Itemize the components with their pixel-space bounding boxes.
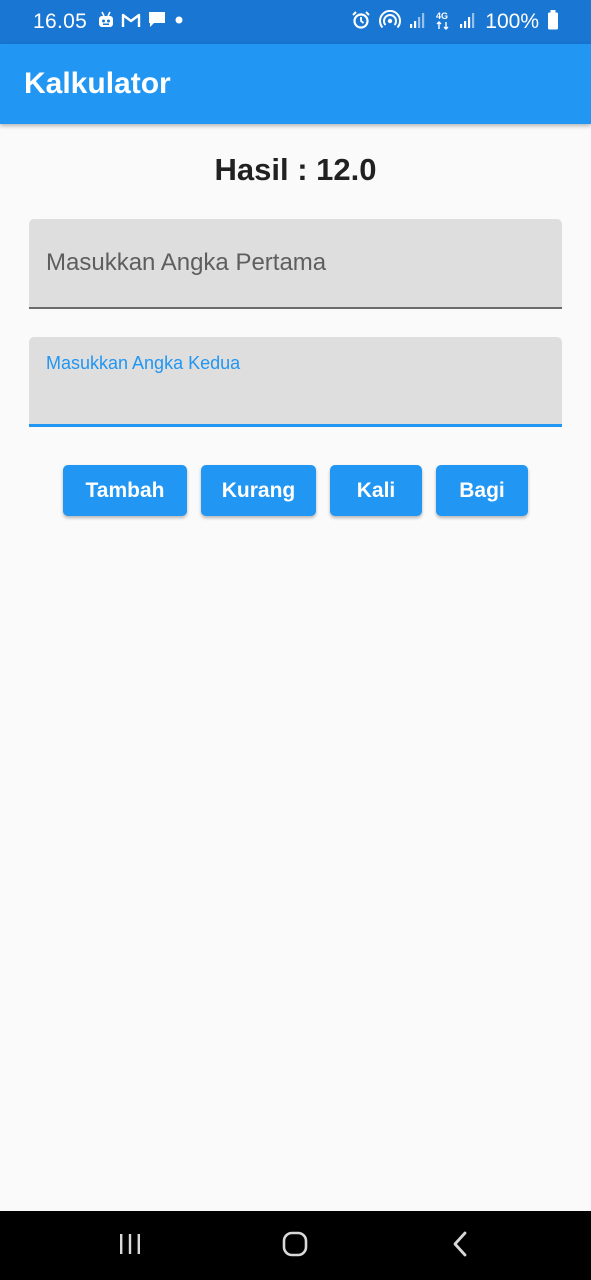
first-number-input[interactable]: [46, 246, 546, 280]
recent-apps-icon: [117, 1232, 143, 1261]
recent-apps-button[interactable]: [100, 1226, 160, 1266]
status-time: 16.05: [33, 10, 88, 33]
first-number-field[interactable]: [29, 219, 562, 309]
result-text: Hasil : 12.0: [214, 152, 377, 187]
divide-button[interactable]: Bagi: [436, 465, 528, 516]
app-bar: Kalkulator: [0, 44, 591, 124]
back-button[interactable]: [431, 1226, 491, 1266]
hotspot-icon: [379, 9, 402, 35]
second-number-field[interactable]: Masukkan Angka Kedua: [29, 337, 562, 427]
navigation-bar: [0, 1211, 591, 1280]
message-icon: [147, 10, 167, 34]
home-icon: [281, 1230, 309, 1263]
signal-icon: [409, 11, 427, 34]
battery-icon: [547, 9, 559, 35]
multiply-button[interactable]: Kali: [330, 465, 422, 516]
svg-text:4G: 4G: [436, 11, 448, 21]
signal-icon-2: [459, 11, 477, 34]
back-icon: [451, 1230, 471, 1263]
home-button[interactable]: [265, 1226, 325, 1266]
alarm-icon: [351, 10, 371, 35]
notification-icons: [97, 10, 185, 34]
dot-icon: [173, 13, 185, 31]
second-number-input[interactable]: [46, 383, 546, 417]
add-button[interactable]: Tambah: [63, 465, 187, 516]
4g-icon: 4G: [435, 10, 451, 35]
status-bar: 16.05 4G 100%: [0, 0, 591, 44]
battery-percentage: 100%: [485, 10, 539, 33]
system-status-icons: 4G 100%: [351, 9, 559, 35]
subtract-button[interactable]: Kurang: [201, 465, 316, 516]
android-notification-icon: [97, 11, 115, 34]
gmail-icon: [121, 12, 141, 33]
app-title: Kalkulator: [24, 67, 171, 100]
second-number-label: Masukkan Angka Kedua: [46, 353, 241, 373]
